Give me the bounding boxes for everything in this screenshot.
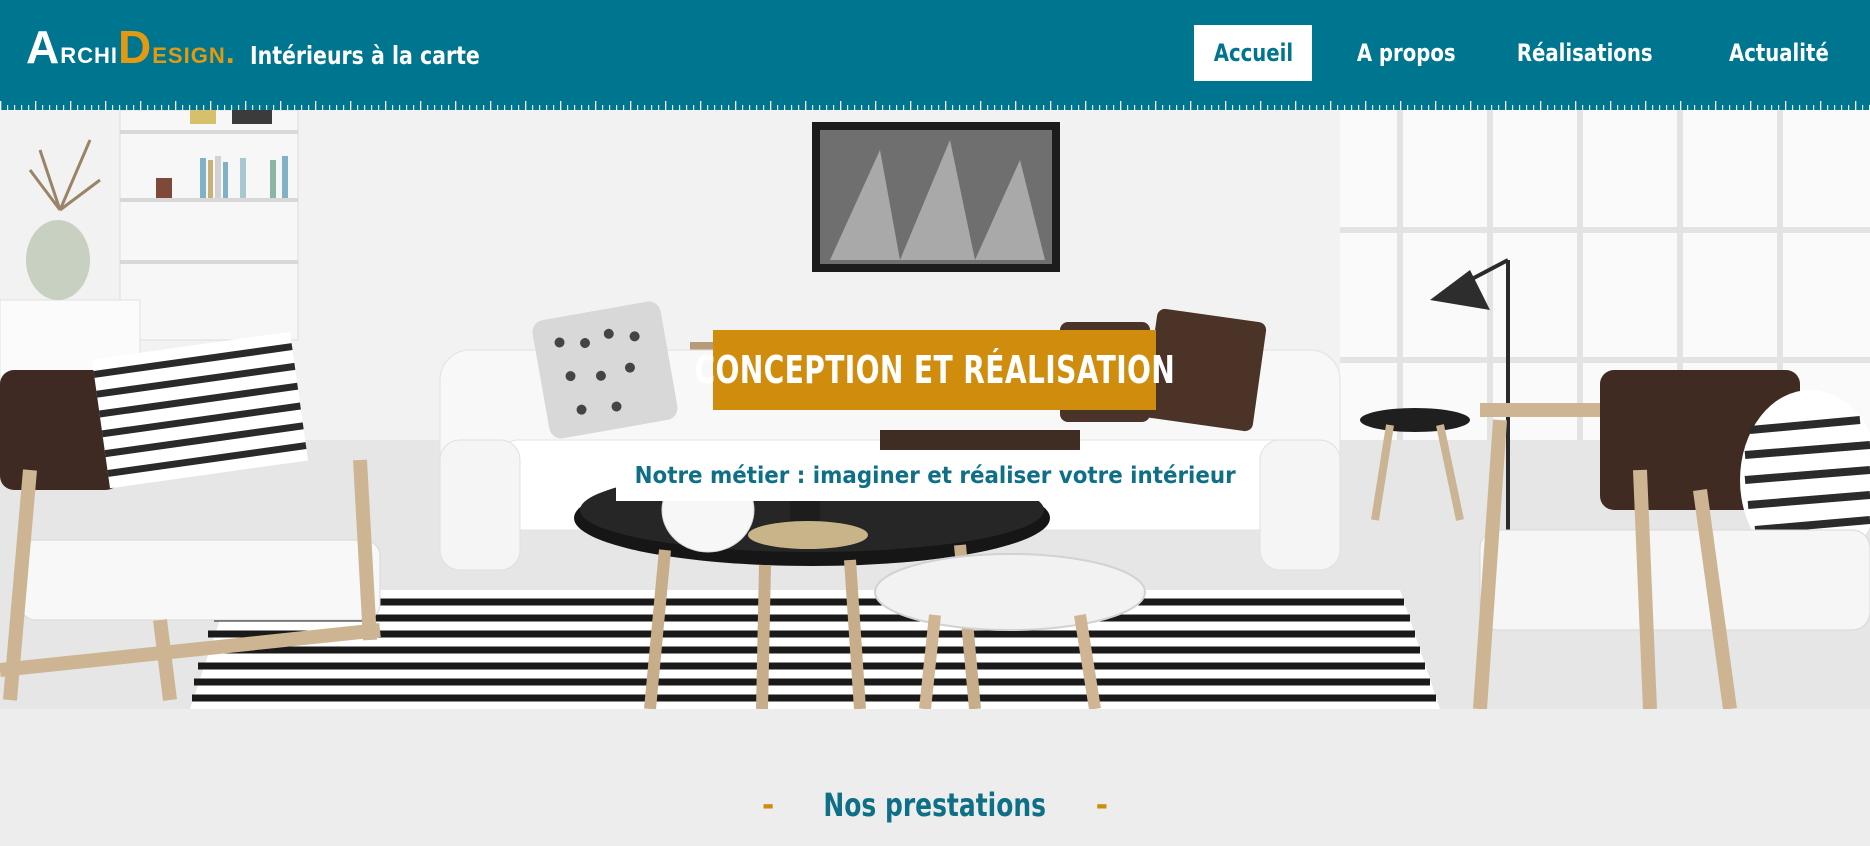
logo[interactable]: ArchiDesign. — [26, 24, 236, 70]
hero-subtitle: Notre métier : imaginer et réaliser votr… — [634, 462, 1236, 489]
nav-item-actualite[interactable]: Actualité — [1720, 25, 1838, 81]
nav-item-a-propos[interactable]: A propos — [1344, 25, 1468, 81]
site-header: ArchiDesign. Intérieurs à la carte Accue… — [0, 0, 1870, 110]
hero-banner: CONCEPTION ET RÉALISATION Notre métier :… — [0, 110, 1870, 709]
hero-title: CONCEPTION ET RÉALISATION — [694, 348, 1175, 392]
ruler-border — [0, 100, 1870, 110]
tagline: Intérieurs à la carte — [249, 41, 480, 70]
heading-dash-left: - — [761, 787, 775, 823]
nav-item-realisations[interactable]: Réalisations — [1512, 25, 1658, 81]
brand[interactable]: ArchiDesign. Intérieurs à la carte — [26, 24, 530, 70]
heading-dash-right: - — [1095, 787, 1109, 823]
services-heading: - Nos prestations - — [0, 786, 1870, 824]
services-title: Nos prestations — [823, 786, 1047, 824]
hero-title-banner: CONCEPTION ET RÉALISATION — [694, 330, 1175, 410]
hero-subtitle-banner: Notre métier : imaginer et réaliser votr… — [616, 450, 1254, 501]
nav-item-accueil[interactable]: Accueil — [1194, 25, 1312, 81]
main-nav: Accueil A propos Réalisations Actualité — [1194, 25, 1838, 81]
